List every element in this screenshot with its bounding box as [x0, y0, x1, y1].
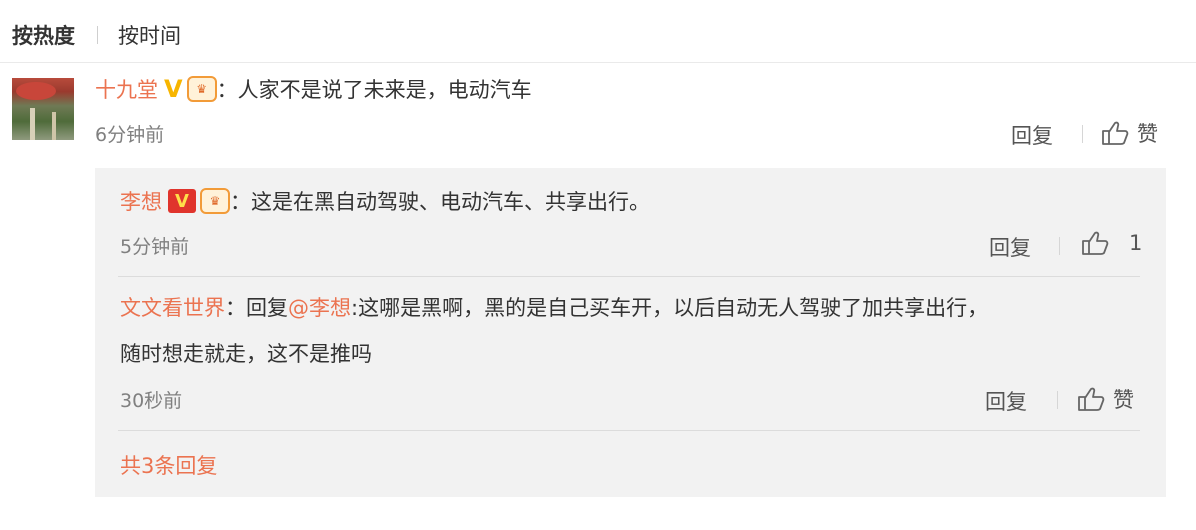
member-badge-icon[interactable]: ♛: [200, 188, 230, 214]
reply-prefix: 回复: [246, 296, 288, 320]
action-separator: [1059, 237, 1060, 255]
member-badge-icon[interactable]: ♛: [186, 76, 217, 102]
sort-divider-line: [0, 62, 1196, 63]
comment-section: 按热度 按时间 十九堂 V ♛ ： 人家不是说了未来是，电动汽车 6分钟前 回复…: [0, 0, 1196, 530]
verified-icon[interactable]: V: [168, 189, 196, 213]
colon: ：: [230, 190, 251, 214]
reply-username[interactable]: 文文看世界: [120, 292, 225, 322]
sort-tab-time[interactable]: 按时间: [118, 20, 181, 50]
reply-line-2: 随时想走就走，这不是推吗: [120, 338, 372, 368]
like-button[interactable]: 赞: [1077, 384, 1134, 414]
reply-line: 文文看世界 ： 回复 @李想 :这哪是黑啊，黑的是自己买车开，以后自动无人驾驶了…: [120, 292, 988, 322]
action-separator: [1057, 391, 1058, 409]
action-separator: [1082, 125, 1083, 143]
reply-button[interactable]: 回复: [985, 386, 1027, 416]
reply-line: 李想 V ♛ ： 这是在黑自动驾驶、电动汽车、共享出行。: [120, 186, 650, 216]
comment-line: 十九堂 V ♛ ： 人家不是说了未来是，电动汽车: [95, 74, 532, 104]
comment-time: 6分钟前: [95, 124, 165, 146]
reply-text-continued: 随时想走就走，这不是推吗: [120, 342, 372, 366]
avatar[interactable]: [12, 78, 74, 140]
like-count: 1: [1129, 231, 1143, 255]
thumbs-up-icon: [1082, 231, 1109, 255]
sort-tab-hot[interactable]: 按热度: [12, 20, 75, 50]
like-button[interactable]: 1: [1081, 230, 1142, 256]
reply-username[interactable]: 李想: [120, 186, 162, 216]
like-button[interactable]: 赞: [1101, 118, 1158, 148]
like-label: 赞: [1137, 122, 1158, 146]
reply-text: 这是在黑自动驾驶、电动汽车、共享出行。: [251, 190, 650, 214]
reply-time: 30秒前: [120, 390, 183, 412]
more-replies-link[interactable]: 共3条回复: [120, 450, 217, 480]
reply-divider: [118, 430, 1140, 431]
sort-bar: 按热度 按时间: [12, 20, 181, 50]
reply-divider: [118, 276, 1140, 277]
reply-list: [95, 168, 1166, 497]
thumbs-up-icon: [1102, 121, 1129, 145]
verified-icon[interactable]: V: [164, 77, 183, 101]
sort-divider: [97, 26, 98, 44]
thumbs-up-icon: [1078, 387, 1105, 411]
reply-time: 5分钟前: [120, 236, 190, 258]
like-label: 赞: [1113, 388, 1134, 412]
reply-text: :这哪是黑啊，黑的是自己买车开，以后自动无人驾驶了加共享出行，: [351, 296, 989, 320]
colon: ：: [216, 78, 238, 102]
reply-button[interactable]: 回复: [1011, 120, 1053, 150]
reply-button[interactable]: 回复: [989, 232, 1031, 262]
comment-username[interactable]: 十九堂: [95, 74, 158, 104]
comment-text: 人家不是说了未来是，电动汽车: [237, 78, 532, 102]
colon: ：: [225, 296, 246, 320]
mention-link[interactable]: @李想: [288, 292, 351, 322]
